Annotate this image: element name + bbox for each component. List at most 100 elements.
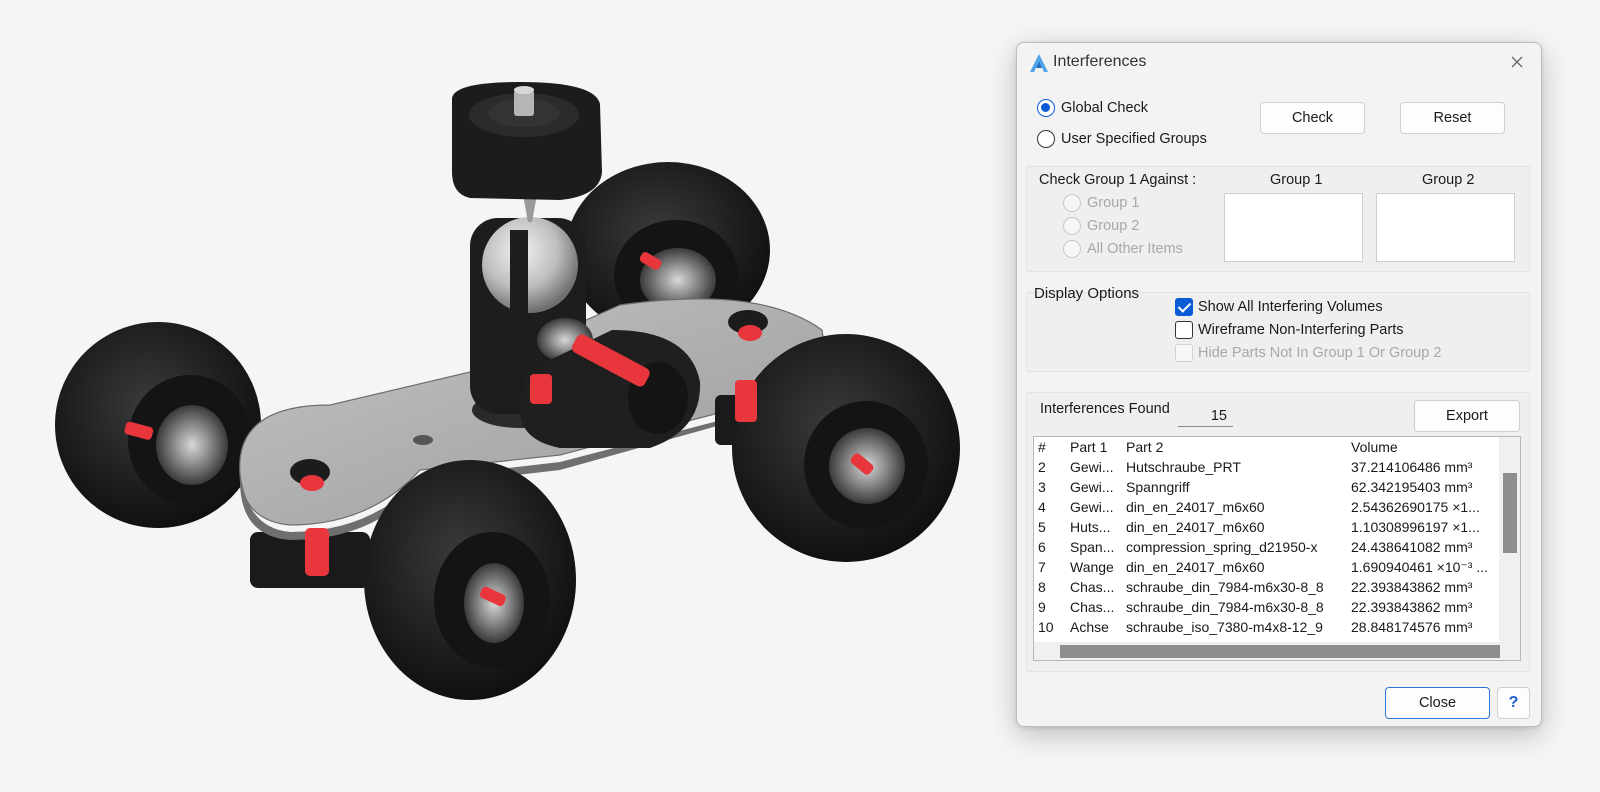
table-cell: compression_spring_d21950-x [1126, 539, 1318, 555]
scroll-thumb[interactable] [1060, 645, 1500, 658]
checkbox-label: Hide Parts Not In Group 1 Or Group 2 [1198, 345, 1442, 361]
close-icon[interactable] [1507, 52, 1527, 72]
help-button[interactable]: ? [1497, 687, 1530, 719]
radio-indicator [1037, 130, 1055, 148]
table-cell: 10 [1038, 619, 1054, 635]
table-cell: din_en_24017_m6x60 [1126, 499, 1265, 515]
group2-header: Group 2 [1422, 172, 1475, 188]
radio-against-group2: Group 2 [1063, 217, 1139, 235]
checkbox-indicator [1175, 298, 1193, 316]
check-button[interactable]: Check [1260, 102, 1365, 134]
table-cell: 22.393843862 mm³ [1351, 599, 1473, 615]
table-cell: 37.214106486 mm³ [1351, 459, 1473, 475]
table-cell: Gewi... [1070, 499, 1114, 515]
table-cell: 28.848174576 mm³ [1351, 619, 1473, 635]
table-row[interactable]: 2 Gewi... Hutschraube_PRT 37.214106486 mm³ [1034, 457, 1500, 477]
table-cell: Chas... [1070, 599, 1115, 615]
table-cell: 1.690940461 ×10⁻³ ... [1351, 559, 1488, 575]
wheel-front-left [55, 322, 261, 528]
table-cell: 7 [1038, 559, 1046, 575]
table-row[interactable]: 10 Achse schraube_iso_7380-m4x8-12_9 28.848… [1034, 617, 1500, 637]
checkbox-label: Wireframe Non-Interfering Parts [1198, 322, 1404, 338]
table-cell: Spanngriff [1126, 479, 1190, 495]
checkbox-label: Show All Interfering Volumes [1198, 299, 1383, 315]
radio-indicator [1063, 240, 1081, 258]
table-cell: Gewi... [1070, 479, 1114, 495]
table-cell: Huts... [1070, 519, 1111, 535]
table-cell: din_en_24017_m6x60 [1126, 559, 1265, 575]
table-cell: schraube_din_7984-m6x30-8_8 [1126, 579, 1324, 595]
radio-label: All Other Items [1087, 241, 1183, 257]
display-options-label: Display Options [1034, 285, 1140, 302]
radio-indicator [1063, 194, 1081, 212]
scroll-thumb[interactable] [1503, 473, 1517, 553]
dialog-title: Interferences [1053, 53, 1147, 70]
table-cell: 2 [1038, 459, 1046, 475]
wheel-front-center [364, 460, 576, 700]
export-button[interactable]: Export [1414, 400, 1520, 432]
interferences-table[interactable]: # Part 1 Part 2 Volume 2 Gewi... Hutschraube_P… [1033, 436, 1521, 661]
table-cell: Wange [1070, 559, 1114, 575]
column-header: Part 1 [1070, 439, 1108, 455]
group1-list[interactable] [1224, 193, 1363, 262]
horizontal-scrollbar[interactable] [1034, 642, 1520, 660]
radio-indicator [1063, 217, 1081, 235]
checkbox-show-all-volumes[interactable]: Show All Interfering Volumes [1175, 298, 1383, 316]
column-header: Part 2 [1126, 439, 1164, 455]
table-cell: Achse [1070, 619, 1109, 635]
checkbox-wireframe[interactable]: Wireframe Non-Interfering Parts [1175, 321, 1403, 339]
dialog-titlebar[interactable]: Interferences [1017, 43, 1541, 83]
column-header: # [1038, 439, 1046, 455]
table-cell: 24.438641082 mm³ [1351, 539, 1473, 555]
radio-label: Group 1 [1087, 195, 1140, 211]
table-cell: 4 [1038, 499, 1046, 515]
table-cell: 1.10308996197 ×1... [1351, 519, 1480, 535]
table-cell: 9 [1038, 599, 1046, 615]
table-row[interactable]: 3 Gewi... Spanngriff 62.342195403 mm³ [1034, 477, 1500, 497]
table-cell: Gewi... [1070, 459, 1114, 475]
table-cell: 8 [1038, 579, 1046, 595]
radio-against-other: All Other Items [1063, 240, 1183, 258]
app-logo-icon [1030, 54, 1048, 72]
group2-list[interactable] [1376, 193, 1515, 262]
checkbox-indicator [1175, 344, 1193, 362]
interferences-count: 15 [1178, 405, 1233, 427]
column-header: Volume [1351, 439, 1398, 455]
close-button[interactable]: Close [1385, 687, 1490, 719]
vertical-scrollbar[interactable] [1499, 437, 1520, 643]
radio-label: Group 2 [1087, 218, 1140, 234]
check-group-label: Check Group 1 Against : [1039, 172, 1197, 188]
table-cell: 5 [1038, 519, 1046, 535]
reset-button[interactable]: Reset [1400, 102, 1505, 134]
checkbox-hide-parts: Hide Parts Not In Group 1 Or Group 2 [1175, 344, 1441, 362]
table-body: # Part 1 Part 2 Volume 2 Gewi... Hutschraube_P… [1034, 437, 1500, 637]
table-cell: 3 [1038, 479, 1046, 495]
table-cell: schraube_din_7984-m6x30-8_8 [1126, 599, 1324, 615]
checkbox-indicator [1175, 321, 1193, 339]
table-cell: 22.393843862 mm³ [1351, 579, 1473, 595]
radio-global-check[interactable]: Global Check [1037, 99, 1148, 117]
table-row[interactable]: 5 Huts... din_en_24017_m6x60 1.10308996197 … [1034, 517, 1500, 537]
table-cell: Span... [1070, 539, 1115, 555]
table-cell: 6 [1038, 539, 1046, 555]
table-header-row: # Part 1 Part 2 Volume [1034, 437, 1500, 457]
table-cell: Hutschraube_PRT [1126, 459, 1241, 475]
radio-label: User Specified Groups [1061, 131, 1207, 147]
table-cell: schraube_iso_7380-m4x8-12_9 [1126, 619, 1323, 635]
radio-user-groups[interactable]: User Specified Groups [1037, 130, 1207, 148]
model-viewport[interactable] [0, 0, 1000, 792]
group1-header: Group 1 [1270, 172, 1323, 188]
interferences-found-label: Interferences Found [1040, 401, 1170, 417]
table-row[interactable]: 9 Chas... schraube_din_7984-m6x30-8_8 22.39… [1034, 597, 1500, 617]
radio-against-group1: Group 1 [1063, 194, 1139, 212]
table-cell: 62.342195403 mm³ [1351, 479, 1473, 495]
table-row[interactable]: 7 Wange din_en_24017_m6x60 1.690940461 ×10⁻… [1034, 557, 1500, 577]
radio-indicator [1037, 99, 1055, 117]
table-cell: din_en_24017_m6x60 [1126, 519, 1265, 535]
camera-dolly-model [55, 82, 960, 700]
table-row[interactable]: 6 Span... compression_spring_d21950-x 24.43… [1034, 537, 1500, 557]
table-cell: 2.54362690175 ×1... [1351, 499, 1480, 515]
table-row[interactable]: 4 Gewi... din_en_24017_m6x60 2.54362690175 … [1034, 497, 1500, 517]
table-row[interactable]: 8 Chas... schraube_din_7984-m6x30-8_8 22.39… [1034, 577, 1500, 597]
table-cell: Chas... [1070, 579, 1115, 595]
